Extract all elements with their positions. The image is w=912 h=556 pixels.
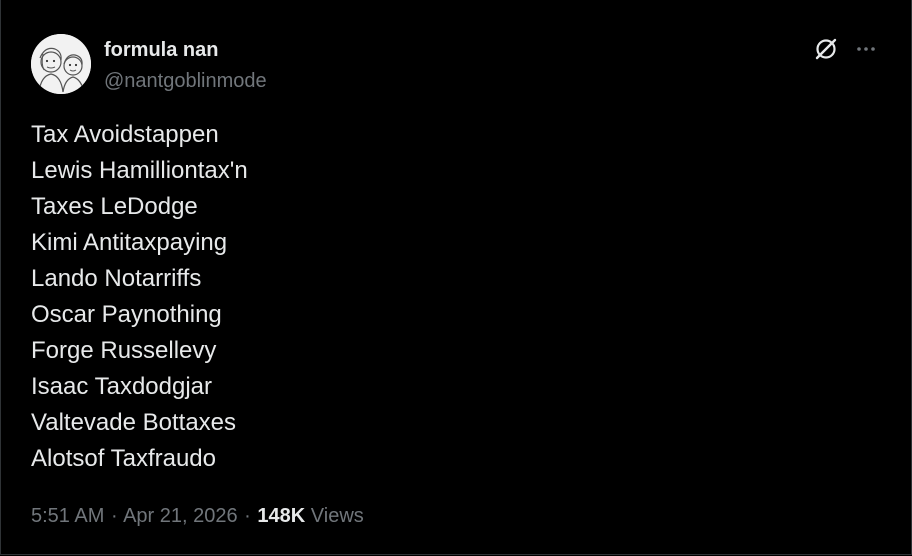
more-options-icon[interactable]	[851, 34, 881, 64]
tweet-card: formula nan @nantgoblinmode Tax Avoidsta…	[0, 0, 912, 555]
tweet-line: Lando Notarriffs	[31, 265, 202, 292]
views-count[interactable]: 148K	[257, 505, 305, 527]
tweet-line: Kimi Antitaxpaying	[31, 229, 228, 256]
author-display-name[interactable]: formula nan	[104, 38, 218, 62]
grok-icon[interactable]	[811, 34, 841, 64]
tweet-line: Forge Russellevy	[31, 337, 217, 364]
author-handle[interactable]: @nantgoblinmode	[104, 69, 267, 93]
tweet-line: Taxes LeDodge	[31, 193, 198, 220]
tweet-line: Tax Avoidstappen	[31, 121, 219, 148]
tweet-date[interactable]: Apr 21, 2026	[123, 505, 238, 527]
tweet-meta: 5:51 AM · Apr 21, 2026 · 148K Views	[31, 503, 364, 529]
tweet-text: Tax Avoidstappen Lewis Hamilliontax'n Ta…	[31, 117, 248, 477]
views-label: Views	[310, 505, 364, 527]
tweet-line: Valtevade Bottaxes	[31, 409, 237, 436]
tweet-line: Isaac Taxdodgjar	[31, 373, 213, 400]
tweet-line: Oscar Paynothing	[31, 301, 222, 328]
tweet-line: Lewis Hamilliontax'n	[31, 157, 248, 184]
meta-separator: ·	[110, 505, 118, 527]
meta-separator: ·	[244, 505, 251, 527]
tweet-line: Alotsof Taxfraudo	[31, 445, 217, 472]
tweet-time[interactable]: 5:51 AM	[31, 505, 104, 527]
cartoon-avatar-icon[interactable]	[31, 34, 91, 94]
